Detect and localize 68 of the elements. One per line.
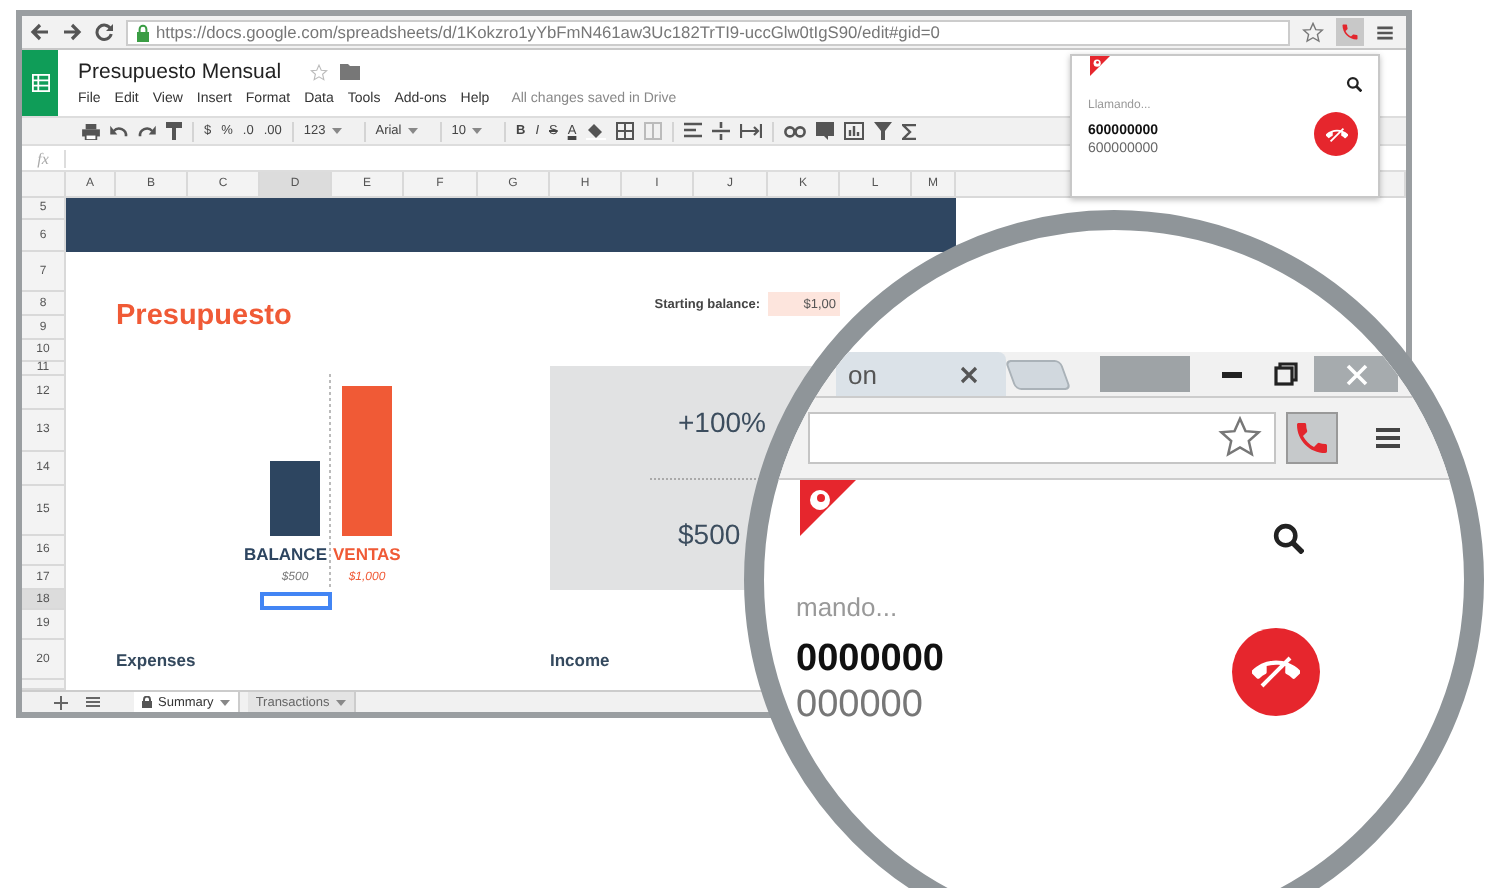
folder-icon[interactable]: [339, 64, 360, 80]
phone-extension-button[interactable]: [1336, 18, 1364, 46]
filter-icon[interactable]: [874, 122, 893, 140]
tab-title: on: [848, 359, 877, 389]
close-window-button[interactable]: [1314, 356, 1398, 392]
close-icon: [1345, 363, 1367, 385]
close-tab-icon[interactable]: [960, 365, 978, 383]
category-label: VENTAS: [333, 544, 401, 564]
address-field[interactable]: https://docs.google.com/spreadsheets/d/1Kokzro1yYbFmN461aw3Uc182TrTI9-uccGlw0tIgS90/edit#gid=0: [126, 19, 1290, 45]
section-title: Income: [550, 650, 612, 670]
search-icon[interactable]: [1346, 76, 1362, 92]
menu-icon[interactable]: [1374, 426, 1402, 450]
hang-up-icon: [1325, 123, 1347, 145]
search-icon[interactable]: [1272, 522, 1304, 554]
lock-icon: [142, 696, 152, 708]
star-icon[interactable]: [1302, 21, 1324, 43]
phone-icon: [1292, 418, 1332, 458]
minimize-icon[interactable]: [1222, 371, 1242, 377]
formula-label: fx: [22, 149, 66, 167]
link-icon[interactable]: [784, 125, 807, 137]
vertical-align-icon[interactable]: [712, 122, 731, 140]
category-label: BALANCE: [243, 544, 327, 564]
profile-block: [1100, 356, 1190, 392]
sheet-heading: Presupuesto: [116, 300, 294, 332]
phone-extension-button[interactable]: [1286, 412, 1338, 464]
chart-icon[interactable]: [844, 122, 865, 140]
redo-icon[interactable]: [138, 124, 156, 138]
stat-value: $500: [678, 516, 741, 555]
forward-icon[interactable]: [62, 22, 82, 42]
align-left-icon[interactable]: [684, 122, 703, 140]
caret-icon: [331, 128, 342, 134]
call-status: mando...: [796, 592, 900, 622]
sheet-list-icon[interactable]: [86, 696, 100, 708]
end-call-button[interactable]: [1314, 112, 1358, 156]
star-icon[interactable]: [309, 63, 328, 81]
sigma-icon[interactable]: [902, 123, 917, 139]
sheets-logo[interactable]: [22, 50, 58, 116]
printer-icon[interactable]: [82, 123, 100, 139]
lock-icon: [136, 23, 150, 41]
caret-icon: [407, 128, 418, 134]
address-field[interactable]: [808, 412, 1276, 464]
back-icon[interactable]: [30, 22, 50, 42]
end-call-button[interactable]: [1232, 628, 1320, 716]
fill-color-icon[interactable]: [586, 122, 607, 140]
caret-icon: [219, 699, 230, 705]
borders-icon[interactable]: [616, 122, 635, 140]
text-wrap-icon[interactable]: [740, 122, 763, 140]
stat-value: +100%: [678, 403, 766, 442]
phone-number: 0000000: [796, 638, 944, 682]
table-icon: [31, 74, 49, 92]
triangle-logo-icon: [800, 480, 856, 536]
caret-icon: [471, 128, 482, 134]
section-title: Expenses: [116, 650, 198, 670]
menu-icon[interactable]: [1376, 23, 1394, 41]
star-icon[interactable]: [1218, 416, 1262, 460]
document-title[interactable]: Presupuesto Mensual: [78, 60, 282, 84]
merge-cells-icon: [644, 122, 663, 140]
restore-icon[interactable]: [1274, 362, 1298, 386]
add-sheet-icon[interactable]: [54, 695, 68, 709]
comment-icon[interactable]: [816, 122, 835, 140]
caret-icon: [335, 699, 346, 705]
undo-icon[interactable]: [110, 124, 128, 138]
phone-icon: [1340, 22, 1360, 42]
selected-cell[interactable]: [260, 592, 332, 610]
phone-number-secondary: 000000: [796, 684, 925, 728]
reload-icon[interactable]: [94, 22, 114, 42]
browser-tab[interactable]: on: [836, 352, 1006, 396]
paint-roller-icon[interactable]: [166, 122, 182, 140]
